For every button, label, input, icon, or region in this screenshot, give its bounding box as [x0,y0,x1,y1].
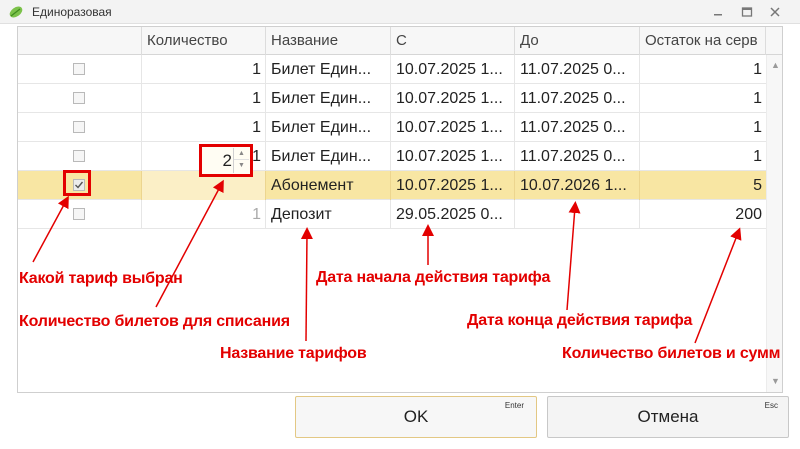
name-cell: Билет Един... [266,84,391,113]
select-cell [18,142,142,171]
remainder-cell: 1 [753,119,762,136]
column-header-remainder[interactable]: Остаток на серв [640,27,766,55]
triangle-down-icon[interactable]: ▼ [767,373,782,389]
quantity-stepper[interactable]: 2 ▲ ▼ [199,144,253,177]
cancel-shortcut-hint: Esc [764,401,778,410]
triangle-up-icon[interactable]: ▲ [767,57,782,73]
column-header-to[interactable]: До [515,27,640,55]
to-cell: 10.07.2026 1... [515,171,640,200]
row-checkbox[interactable] [73,63,85,75]
annotation-tariff-names: Название тарифов [220,345,367,362]
annotation-tickets-and-sums: Количество билетов и сумм [562,345,781,362]
name-cell: Билет Един... [266,113,391,142]
name-cell: Абонемент [266,171,391,200]
ok-shortcut-hint: Enter [504,401,524,410]
tariff-grid: Количество Название С До Остаток на серв… [17,26,783,393]
select-cell [18,55,142,84]
column-header-from[interactable]: С [391,27,515,55]
select-cell [18,113,142,142]
grid-header: Количество Название С До Остаток на серв [18,27,782,55]
annotation-tariff-selected: Какой тариф выбран [19,270,183,287]
annotation-end-date: Дата конца действия тарифа [467,312,693,329]
vertical-scrollbar[interactable]: ▲ ▼ [766,55,782,392]
name-cell: Билет Един... [266,55,391,84]
cancel-button[interactable]: Отмена Esc [547,396,789,438]
from-cell: 10.07.2025 1... [391,171,515,200]
chevron-down-icon[interactable]: ▼ [234,160,249,172]
ok-button-label: OK [403,407,429,426]
select-cell [18,84,142,113]
window-title: Единоразовая [32,5,112,19]
ok-button[interactable]: OK Enter [295,396,537,438]
stepper-buttons: ▲ ▼ [233,148,249,173]
to-cell: 11.07.2025 0... [515,113,640,142]
from-cell: 10.07.2025 1... [391,113,515,142]
table-row[interactable]: 1 Билет Един... 10.07.2025 1... 11.07.20… [18,113,766,142]
window-titlebar: Единоразовая [0,0,800,24]
quantity-cell[interactable]: 1 [142,84,266,113]
table-row-selected[interactable]: Абонемент 10.07.2025 1... 10.07.2026 1..… [18,171,766,200]
from-cell: 29.05.2025 0... [391,200,515,229]
quantity-cell[interactable]: 1 [142,55,266,84]
remainder-cell: 200 [735,206,762,223]
table-row[interactable]: 1 Билет Един... 10.07.2025 1... 11.07.20… [18,142,766,171]
annotation-tickets-to-deduct: Количество билетов для списания [19,313,290,330]
row-checkbox[interactable] [73,92,85,104]
from-cell: 10.07.2025 1... [391,142,515,171]
from-cell: 10.07.2025 1... [391,84,515,113]
selected-checkbox-highlight [63,170,91,196]
from-cell: 10.07.2025 1... [391,55,515,84]
column-header-select[interactable] [18,27,142,55]
to-cell: 11.07.2025 0... [515,84,640,113]
maximize-icon[interactable] [738,3,756,21]
row-checkbox[interactable] [73,121,85,133]
quantity-cell[interactable]: 1 [142,113,266,142]
remainder-cell: 1 [753,90,762,107]
remainder-cell: 1 [753,148,762,165]
column-header-quantity[interactable]: Количество [142,27,266,55]
table-row[interactable]: 1 Депозит 29.05.2025 0... 200 [18,200,766,229]
name-cell: Депозит [266,200,391,229]
quantity-cell[interactable]: 1 [142,200,266,229]
row-checkbox[interactable] [73,208,85,220]
quantity-stepper-value[interactable]: 2 [202,151,232,171]
leaf-icon [8,4,24,25]
chevron-up-icon[interactable]: ▲ [234,148,249,160]
table-row[interactable]: 1 Билет Един... 10.07.2025 1... 11.07.20… [18,84,766,113]
annotation-start-date: Дата начала действия тарифа [316,269,551,286]
column-header-name[interactable]: Название [266,27,391,55]
table-row[interactable]: 1 Билет Един... 10.07.2025 1... 11.07.20… [18,55,766,84]
row-checkbox[interactable] [73,150,85,162]
name-cell: Билет Един... [266,142,391,171]
close-icon[interactable] [766,3,784,21]
to-cell [515,200,640,229]
to-cell: 11.07.2025 0... [515,55,640,84]
remainder-cell: 5 [753,177,762,194]
select-cell [18,200,142,229]
minimize-icon[interactable] [709,3,727,21]
remainder-cell: 1 [753,61,762,78]
to-cell: 11.07.2025 0... [515,142,640,171]
cancel-button-label: Отмена [637,407,699,426]
